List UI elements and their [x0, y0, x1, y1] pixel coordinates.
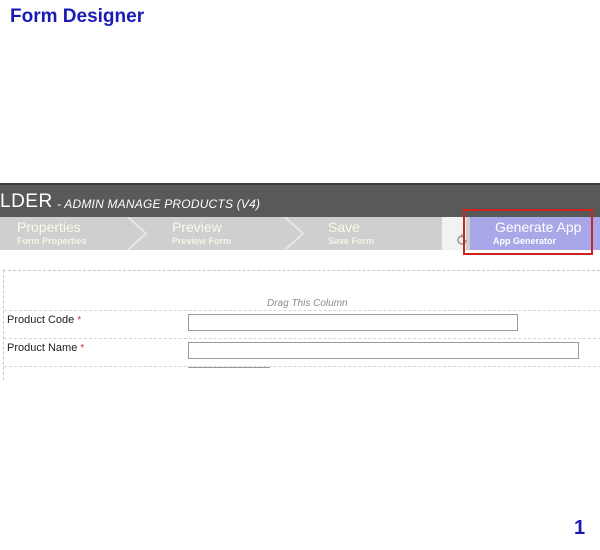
required-mark: *	[77, 315, 82, 326]
save-button[interactable]: Save Save Form	[328, 217, 438, 250]
save-sublabel: Save Form	[328, 236, 375, 246]
form-builder-window: LDER - ADMIN MANAGE PRODUCTS (V4) Proper…	[0, 183, 600, 383]
row-divider	[4, 366, 600, 367]
chevron-right-icon	[127, 217, 148, 250]
required-mark: *	[80, 343, 85, 354]
chevron-right-icon	[284, 217, 305, 250]
save-label: Save	[328, 219, 360, 235]
form-row: Product Name *	[4, 338, 600, 366]
drag-column-hint[interactable]: Drag This Column	[267, 298, 348, 309]
form-canvas: Drag This Column Product Code * Product N…	[3, 270, 600, 380]
properties-sublabel: Form Properties	[17, 236, 87, 246]
builder-header-subtitle: - ADMIN MANAGE PRODUCTS (V4)	[57, 197, 261, 211]
preview-label: Preview	[172, 219, 222, 235]
page-number: 1	[574, 517, 586, 539]
product-code-input[interactable]	[188, 314, 518, 331]
preview-sublabel: Preview Form	[172, 236, 232, 246]
product-code-label: Product Code *	[7, 314, 82, 326]
preview-button[interactable]: Preview Preview Form	[172, 217, 282, 250]
builder-header-title: LDER	[0, 191, 53, 212]
properties-label: Properties	[17, 219, 81, 235]
product-name-input[interactable]	[188, 342, 579, 359]
form-row: Product Code *	[4, 310, 600, 338]
page-title: Form Designer	[10, 6, 145, 27]
next-field-input[interactable]	[188, 367, 270, 371]
generate-app-highlight	[463, 209, 593, 255]
product-name-label: Product Name *	[7, 342, 85, 354]
properties-button[interactable]: Properties Form Properties	[17, 217, 127, 250]
